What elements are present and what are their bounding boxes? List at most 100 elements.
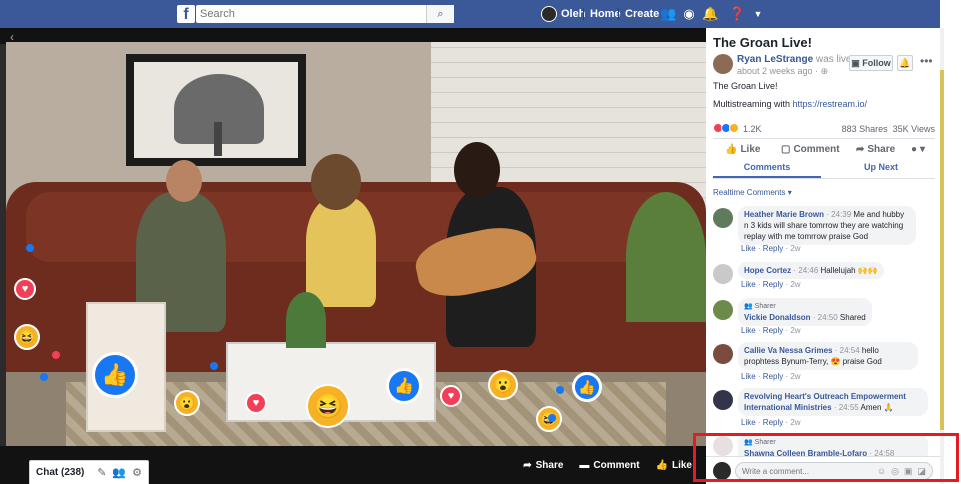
comment-reply-link[interactable]: Reply [763, 372, 783, 381]
comment-button[interactable]: ▢ Comment [781, 144, 840, 155]
comment-reply-link[interactable]: Reply [763, 326, 783, 335]
love-reaction-icon: ♥ [245, 392, 267, 414]
comment-like-link[interactable]: Like [741, 418, 756, 427]
home-link[interactable]: Home [590, 0, 621, 28]
haha-reaction-icon: 😆 [306, 384, 350, 428]
video-actions: ➦ Share ▬ Comment 👍 Like [523, 460, 692, 471]
group-icon[interactable]: 👥 [112, 466, 126, 479]
comment-like-link[interactable]: Like [741, 372, 756, 381]
comment-timestamp[interactable]: · 24:54 [835, 346, 860, 355]
comment-links: Like · Reply · 2w [741, 244, 801, 253]
share-button[interactable]: ➦ Share [856, 144, 895, 155]
user-avatar[interactable] [541, 6, 557, 22]
haha-reaction-icon: 😆 [14, 324, 40, 350]
follow-button[interactable]: ▣ Follow [849, 55, 893, 71]
multistream-text: Multistreaming with [713, 99, 793, 109]
live-video-player[interactable]: ‹ 👍 👍 👍 ♥ ♥ ♥ 😆 😆 😮 😮 😆 [0, 28, 706, 484]
tab-comments[interactable]: Comments [713, 162, 821, 172]
comment-text: Shared [839, 313, 866, 322]
more-options-icon[interactable]: ••• [920, 54, 933, 68]
comment-timestamp[interactable]: · 24:46 [793, 266, 818, 275]
comment-bubble: Hope Cortez · 24:46 Hallelujah 🙌🙌 [738, 262, 884, 279]
post-description: The Groan Live! [713, 81, 778, 91]
comment-bubble: Revolving Heart's Outreach Empowerment I… [738, 388, 928, 416]
commenter-name[interactable]: Heather Marie Brown [744, 210, 824, 219]
friends-icon[interactable]: 👥 [660, 6, 676, 22]
commenter-avatar[interactable] [713, 264, 733, 284]
reaction-dot [26, 244, 34, 252]
views-count: 35K Views [892, 124, 935, 134]
search-icon[interactable]: ⌕ [426, 5, 454, 23]
person-middle [306, 197, 376, 307]
follow-label: Follow [862, 58, 891, 68]
gear-icon[interactable]: ⚙ [132, 466, 142, 479]
love-reaction-icon: ♥ [440, 385, 462, 407]
nav-divider [583, 8, 584, 20]
chat-sidebar-tab[interactable]: Chat (238) ✎ 👥 ⚙ [29, 460, 149, 484]
highlight-annotation [693, 433, 959, 482]
reaction-count[interactable]: 1.2K [743, 124, 762, 134]
commenter-name[interactable]: Callie Va Nessa Grimes [744, 346, 833, 355]
comment-like-link[interactable]: Like [741, 244, 756, 253]
profile-link[interactable]: Oleh [561, 0, 585, 28]
commenter-avatar[interactable] [713, 208, 733, 228]
comment-timestamp[interactable]: · 24:39 [826, 210, 851, 219]
share-label: Share [867, 144, 896, 155]
author-name[interactable]: Ryan LeStrange [737, 54, 813, 65]
active-tab-indicator [713, 176, 821, 178]
shares-count[interactable]: 883 Shares [842, 124, 888, 134]
panel-tabs: Comments Up Next [706, 158, 940, 178]
chat-label: Chat (238) [36, 467, 85, 478]
reaction-dot [548, 414, 556, 422]
comment-reply-link[interactable]: Reply [763, 280, 783, 289]
comment-reply-link[interactable]: Reply [763, 418, 783, 427]
person-left-head [166, 160, 202, 202]
tab-up-next[interactable]: Up Next [826, 162, 936, 172]
commenter-avatar[interactable] [713, 390, 733, 410]
comment-bubble: Heather Marie Brown · 24:39 Me and hubby… [738, 206, 916, 245]
comment-reply-link[interactable]: Reply [763, 244, 783, 253]
post-as-selector[interactable]: ● ▾ [911, 144, 925, 155]
restream-link[interactable]: https://restream.io/ [793, 99, 868, 109]
comment-like-link[interactable]: Like [741, 326, 756, 335]
author-line: Ryan LeStrange was live. [737, 54, 854, 65]
help-icon[interactable]: ❓ [729, 6, 745, 22]
comment-links: Like · Reply · 2w [741, 280, 801, 289]
compose-message-icon[interactable]: ✎ [97, 466, 106, 479]
haha-icon [729, 123, 739, 133]
commenter-avatar[interactable] [713, 300, 733, 320]
video-comment-button[interactable]: ▬ Comment [579, 460, 639, 471]
comment-age: 2w [790, 418, 801, 427]
comment-timestamp[interactable]: · 24:55 [834, 403, 859, 412]
like-reaction-icon: 👍 [386, 368, 422, 404]
tree-trunk [214, 122, 222, 156]
framed-tree-picture [126, 54, 306, 166]
comment-like-link[interactable]: Like [741, 280, 756, 289]
create-link[interactable]: Create [625, 0, 659, 28]
facebook-logo[interactable]: f [177, 5, 195, 23]
search-input[interactable] [196, 5, 426, 23]
caret-down-icon[interactable]: ▼ [750, 6, 766, 22]
post-time-text[interactable]: about 2 weeks ago · [737, 66, 821, 76]
divider [713, 138, 935, 139]
notification-bell-icon[interactable]: 🔔 [897, 55, 913, 71]
top-navigation-bar: f ⌕ Oleh Home Create 👥 ◉ 🔔 ❓ ▼ [0, 0, 961, 28]
commenter-avatar[interactable] [713, 344, 733, 364]
plant-right [626, 192, 706, 322]
bell-icon[interactable]: 🔔 [702, 6, 718, 22]
comment-timestamp[interactable]: · 24:50 [813, 313, 838, 322]
comment-age: 2w [790, 280, 801, 289]
video-like-button[interactable]: 👍 Like [656, 460, 692, 471]
comment-age: 2w [790, 372, 801, 381]
share-icon: ➦ [523, 460, 532, 471]
scrollbar[interactable] [940, 70, 944, 430]
video-share-button[interactable]: ➦ Share [523, 460, 563, 471]
commenter-name[interactable]: Vickie Donaldson [744, 313, 811, 322]
comment-sort-dropdown[interactable]: Realtime Comments ▾ [713, 188, 792, 197]
author-avatar[interactable] [713, 54, 733, 74]
reaction-icons[interactable] [713, 123, 739, 133]
messenger-icon[interactable]: ◉ [681, 6, 697, 22]
search-bar[interactable]: ⌕ [196, 5, 454, 23]
like-button[interactable]: 👍 Like [725, 144, 760, 155]
commenter-name[interactable]: Hope Cortez [744, 266, 791, 275]
